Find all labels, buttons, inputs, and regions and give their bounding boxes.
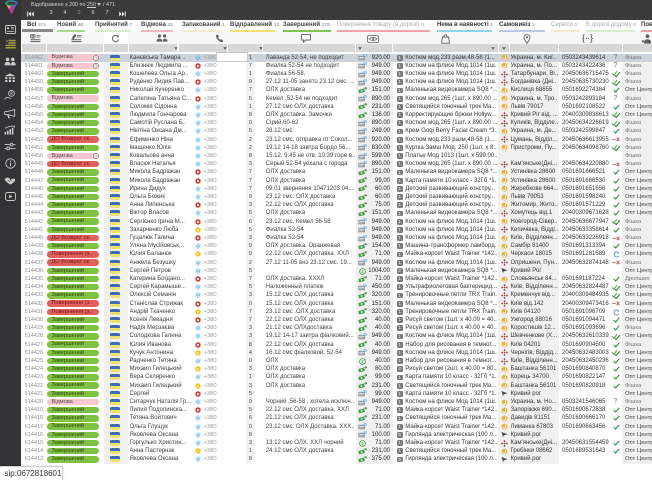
svg-text:lc: lc (197, 228, 200, 232)
svg-text:lc: lc (197, 384, 200, 388)
svg-text:lc: lc (197, 449, 200, 453)
svg-text:lc: lc (197, 351, 200, 355)
svg-text:₴: ₴ (10, 91, 13, 96)
svg-text:lc: lc (197, 310, 200, 314)
svg-text:lc: lc (197, 253, 200, 257)
svg-text:lc: lc (197, 367, 200, 371)
